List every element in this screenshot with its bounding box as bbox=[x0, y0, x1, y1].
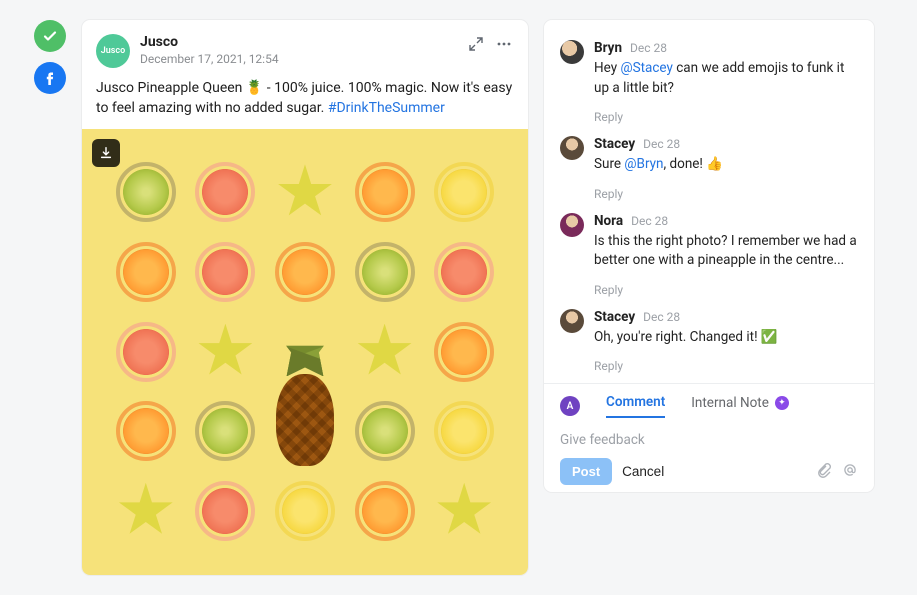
facebook-channel-icon[interactable] bbox=[34, 62, 66, 94]
post-button[interactable]: Post bbox=[560, 458, 612, 485]
notify-text: 1 person will be notified. Add others? bbox=[544, 485, 874, 492]
cancel-button[interactable]: Cancel bbox=[622, 464, 664, 479]
tab-internal-note[interactable]: Internal Note ✦ bbox=[691, 395, 789, 417]
compose-avatar: A bbox=[560, 396, 580, 416]
tab-internal-note-label: Internal Note bbox=[691, 395, 769, 411]
comment-avatar bbox=[560, 136, 584, 160]
comment-date: Dec 28 bbox=[643, 310, 680, 324]
attach-icon[interactable] bbox=[816, 462, 832, 482]
post-image bbox=[82, 129, 528, 575]
comment-text: Oh, you're right. Changed it! ✅ bbox=[594, 328, 858, 348]
comment: Nora Dec 28 Is this the right photo? I rem… bbox=[544, 205, 874, 275]
reply-button[interactable]: Reply bbox=[544, 283, 874, 297]
post-date: December 17, 2021, 12:54 bbox=[140, 52, 456, 66]
post-avatar: Jusco bbox=[96, 34, 130, 68]
reply-button[interactable]: Reply bbox=[544, 359, 874, 373]
comment-avatar bbox=[560, 309, 584, 333]
approve-status-icon[interactable] bbox=[34, 20, 66, 52]
comment: Stacey Dec 28 Oh, you're right. Changed it… bbox=[544, 301, 874, 352]
comment-author: Stacey bbox=[594, 309, 635, 325]
post-text-body: Jusco Pineapple Queen 🍍 - 100% juice. 10… bbox=[96, 80, 512, 116]
reply-button[interactable]: Reply bbox=[544, 110, 874, 124]
comment-author: Stacey bbox=[594, 136, 635, 152]
comment-author: Bryn bbox=[594, 40, 622, 56]
comment-text: Is this the right photo? I remember we h… bbox=[594, 232, 858, 271]
comment-date: Dec 28 bbox=[630, 41, 667, 55]
comment: Bryn Dec 28 Hey @Stacey can we add emojis … bbox=[544, 32, 874, 102]
comment-avatar bbox=[560, 40, 584, 64]
expand-icon[interactable] bbox=[466, 34, 486, 54]
mention[interactable]: @Bryn bbox=[624, 156, 663, 172]
comment: Stacey Dec 28 Sure @Bryn, done! 👍 bbox=[544, 128, 874, 179]
comment-date: Dec 28 bbox=[631, 214, 668, 228]
tab-comment[interactable]: Comment bbox=[606, 394, 665, 418]
comment-avatar bbox=[560, 213, 584, 237]
mention[interactable]: @Stacey bbox=[620, 60, 672, 76]
post-author: Jusco bbox=[140, 34, 456, 50]
comment-text: Sure @Bryn, done! 👍 bbox=[594, 155, 858, 175]
comment-author: Nora bbox=[594, 213, 623, 229]
comment-text: Hey @Stacey can we add emojis to funk it… bbox=[594, 59, 858, 98]
post-caption: Jusco Pineapple Queen 🍍 - 100% juice. 10… bbox=[82, 78, 528, 129]
comments-panel: Bryn Dec 28 Hey @Stacey can we add emojis … bbox=[544, 20, 874, 492]
comment-date: Dec 28 bbox=[643, 137, 680, 151]
reply-button[interactable]: Reply bbox=[544, 187, 874, 201]
note-star-icon: ✦ bbox=[775, 396, 789, 410]
post-hashtag[interactable]: #DrinkTheSummer bbox=[328, 100, 445, 116]
post-card: Jusco Jusco December 17, 2021, 12:54 Jus… bbox=[82, 20, 528, 575]
mention-icon[interactable] bbox=[842, 462, 858, 482]
feedback-input[interactable]: Give feedback bbox=[544, 426, 874, 458]
more-icon[interactable] bbox=[494, 34, 514, 54]
